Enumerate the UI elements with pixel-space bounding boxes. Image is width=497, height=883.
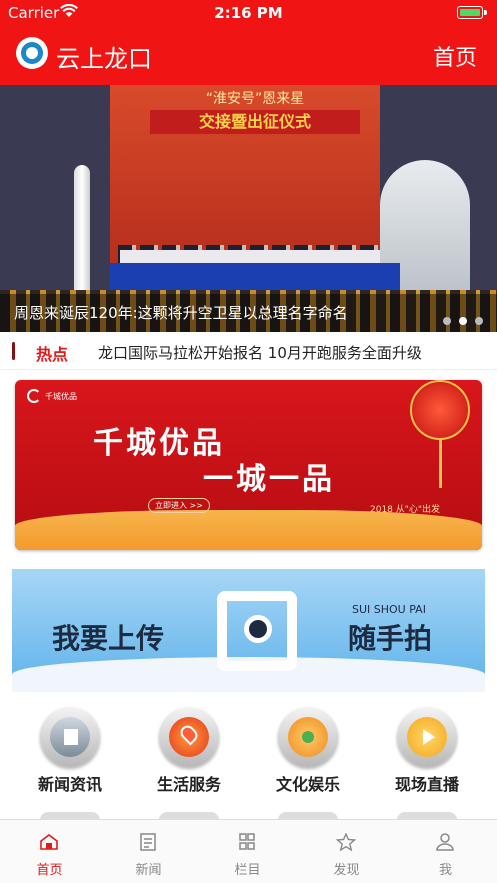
carousel-dot[interactable] — [459, 317, 467, 325]
promo-enter-button[interactable]: 立即进入 >> — [148, 498, 210, 513]
top-bar: Carrier 2:16 PM 云上龙口 首页 — [0, 0, 497, 85]
app-title: 云上龙口 — [56, 45, 152, 73]
tab-label: 发现 — [333, 863, 360, 878]
profile-icon — [436, 833, 454, 851]
news-icon-inner — [50, 717, 90, 757]
home-link[interactable]: 首页 — [433, 40, 477, 72]
tab-columns[interactable]: 栏目 — [198, 820, 297, 883]
culture-icon-inner — [288, 717, 328, 757]
tab-bar: 首页 新闻 栏目 发现 我 — [0, 819, 497, 883]
qiancheng-logo-icon — [27, 389, 41, 403]
tab-label: 首页 — [36, 863, 63, 878]
hero-caption[interactable]: 周恩来诞辰120年:这颗将升空卫星以总理名字命名 — [14, 302, 348, 323]
promo-line-2: 一城一品 — [203, 462, 335, 497]
lantern-tassel — [439, 438, 442, 488]
news-list-icon — [140, 833, 156, 851]
feature-label: 现场直播 — [394, 775, 459, 794]
hero-table-cloth — [120, 250, 380, 264]
location-pin-icon — [159, 707, 219, 767]
carousel-dots — [435, 310, 483, 329]
hot-news-ticker[interactable]: 热点 龙口国际马拉松开始报名 10月开跑服务全面升级 — [0, 332, 497, 370]
tab-label: 新闻 — [135, 863, 162, 878]
news-icon — [40, 707, 100, 767]
tab-me[interactable]: 我 — [396, 820, 495, 883]
hero-image-banner-main: 交接暨出征仪式 — [150, 110, 360, 134]
upload-left-text: 我要上传 — [52, 622, 165, 655]
carousel-dot[interactable] — [443, 317, 451, 325]
feature-grid: 新闻资讯 生活服务 文化娱乐 现场直播 — [0, 705, 497, 815]
battery-icon — [457, 6, 487, 19]
tab-news[interactable]: 新闻 — [99, 820, 198, 883]
culture-icon — [278, 707, 338, 767]
play-triangle — [423, 729, 435, 745]
feature-label: 新闻资讯 — [37, 775, 102, 794]
feature-news[interactable]: 新闻资讯 — [8, 705, 132, 805]
promo-cloud-decoration — [15, 510, 482, 550]
status-bar: Carrier 2:16 PM — [0, 0, 497, 26]
carousel-dot[interactable] — [475, 317, 483, 325]
feature-label: 文化娱乐 — [275, 775, 340, 794]
tab-home[interactable]: 首页 — [0, 820, 99, 883]
hero-image-banner-top: “淮安号”恩来星 — [205, 91, 305, 107]
discover-star-icon — [336, 833, 356, 851]
upload-right-text: 随手拍 — [348, 622, 433, 655]
feature-life[interactable]: 生活服务 — [127, 705, 251, 805]
play-icon — [397, 707, 457, 767]
feature-culture[interactable]: 文化娱乐 — [246, 705, 370, 805]
hero-carousel[interactable]: “淮安号”恩来星 交接暨出征仪式 周恩来诞辰120年:这颗将升空卫星以总理名字命… — [0, 85, 497, 332]
culture-dot — [302, 731, 314, 743]
hot-headline[interactable]: 龙口国际马拉松开始报名 10月开跑服务全面升级 — [98, 342, 422, 363]
tab-label: 栏目 — [234, 863, 261, 878]
news-paper-mark — [64, 729, 78, 745]
tab-discover[interactable]: 发现 — [297, 820, 396, 883]
status-time: 2:16 PM — [214, 4, 283, 22]
live-icon-inner — [407, 717, 447, 757]
grid-icon — [239, 833, 255, 850]
app-logo-icon — [16, 37, 48, 69]
pin-mark — [177, 722, 201, 746]
home-icon — [40, 834, 58, 850]
upload-right-title: SUI SHOU PAI — [352, 603, 426, 616]
feature-live[interactable]: 现场直播 — [365, 705, 489, 805]
hot-label: 热点 — [36, 345, 69, 364]
battery-fill — [459, 8, 480, 16]
hot-marker — [12, 342, 15, 360]
qiancheng-brand-text: 千城优品 — [45, 392, 77, 401]
battery-nub — [484, 10, 487, 15]
logo-center — [26, 47, 38, 59]
lantern-icon — [410, 380, 470, 440]
promo-slogan: 2018 从"心"出发 — [370, 505, 441, 515]
upload-banner[interactable]: 我要上传 SUI SHOU PAI 随手拍 — [12, 569, 485, 692]
camera-lens-icon — [244, 615, 272, 643]
promo-banner-qiancheng[interactable]: 千城优品 千城优品 一城一品 立即进入 >> 2018 从"心"出发 — [15, 380, 482, 550]
tab-label: 我 — [438, 863, 452, 878]
nav-bar: 云上龙口 首页 — [0, 26, 497, 85]
feature-label: 生活服务 — [156, 775, 221, 794]
life-icon-inner — [169, 717, 209, 757]
